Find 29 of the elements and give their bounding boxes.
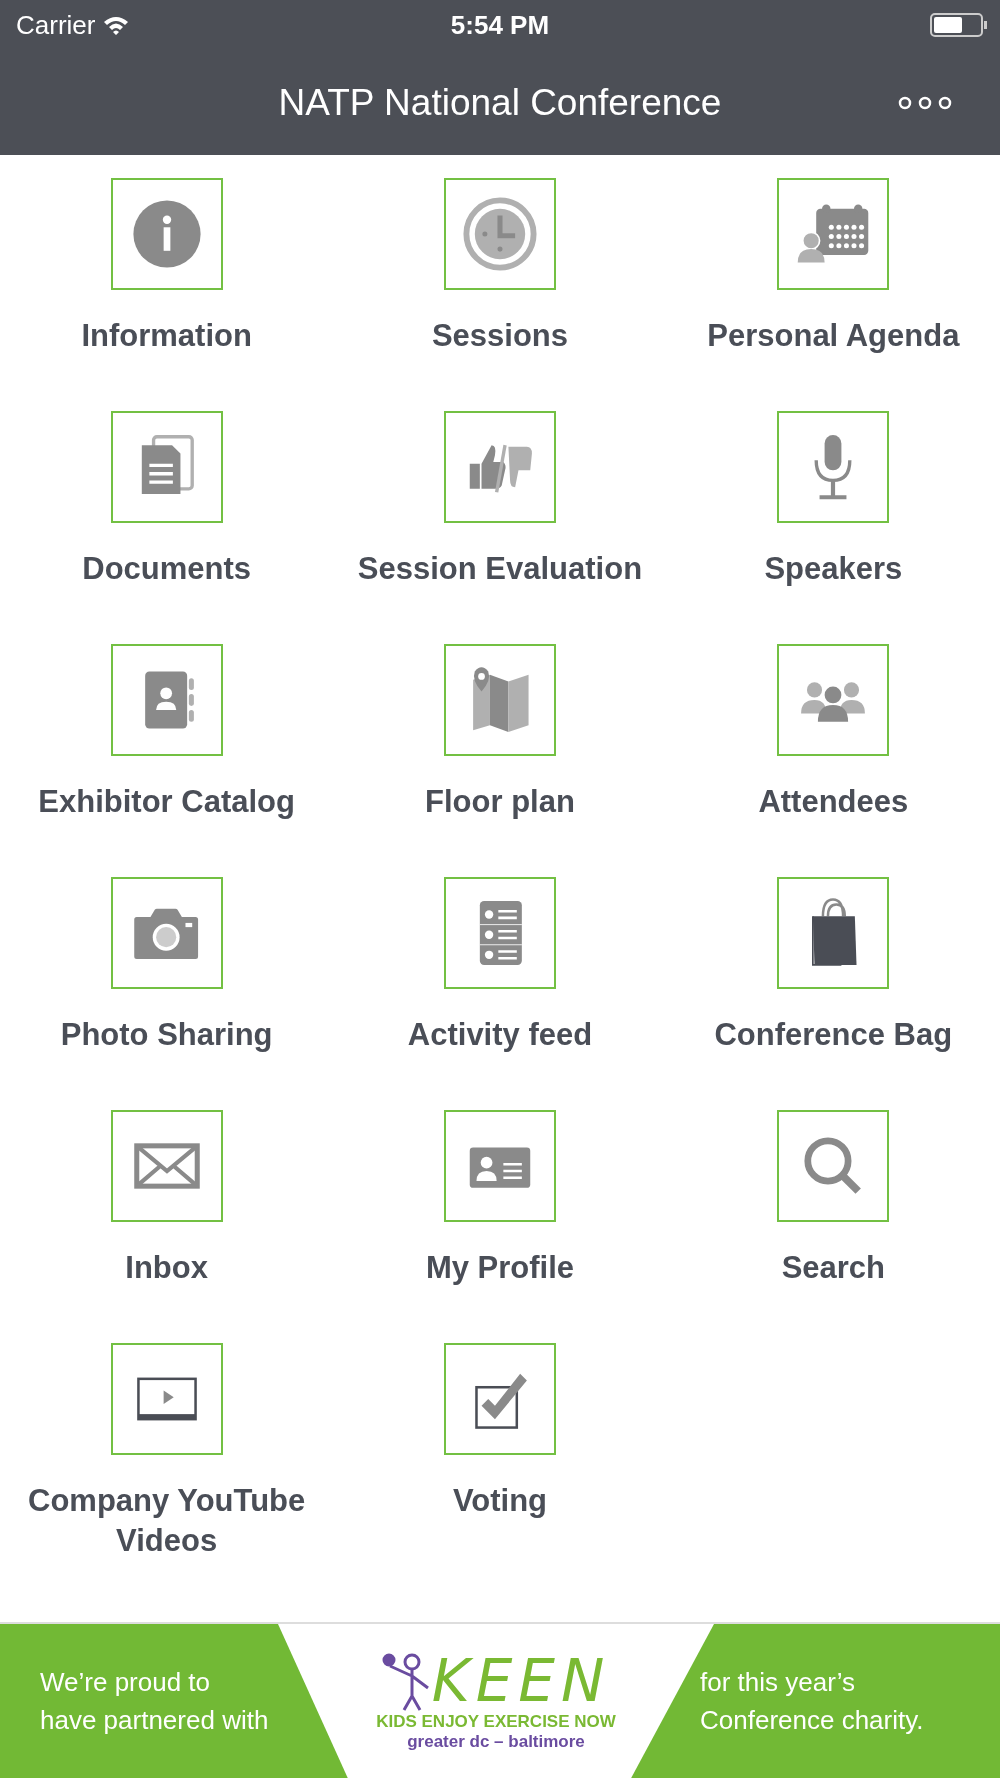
menu-tile[interactable]: Speakers [673, 411, 994, 589]
menu-tile[interactable]: Attendees [673, 644, 994, 822]
menu-tile[interactable]: Session Evaluation [340, 411, 660, 589]
battery-icon [930, 13, 988, 37]
banner-text: We’re proud to have partnered with [39, 1666, 270, 1737]
wifi-icon [103, 15, 130, 35]
banner-text: for this year’s Conference charity. [700, 1666, 925, 1737]
menu-tile[interactable]: Exhibitor Catalog [6, 644, 327, 822]
menu-tile[interactable]: Company YouTube Videos [6, 1343, 327, 1561]
menu-tile[interactable]: Voting [340, 1343, 660, 1521]
menu-tile[interactable]: Floor plan [340, 644, 660, 822]
menu-tile[interactable]: Information [6, 178, 327, 356]
more-icon [898, 95, 952, 110]
logo-region: greater dc – baltimore [407, 1732, 585, 1752]
logo-tagline: KIDS ENJOY EXERCISE NOW [376, 1712, 616, 1732]
logo-wordmark: KEEN [431, 1650, 611, 1712]
ad-banner[interactable]: We’re proud to have partnered with KEEN KIDS ENJOY EXERCISE NOW greater dc – baltimore for this year’s Conference charity. [0, 1622, 1000, 1778]
menu-tile[interactable]: Search [673, 1110, 994, 1288]
menu-tile[interactable]: Inbox [6, 1110, 327, 1288]
carrier-label: Carrier [16, 9, 96, 41]
menu-tile[interactable]: My Profile [340, 1110, 660, 1288]
menu-tile[interactable]: Personal Agenda [673, 178, 994, 356]
menu-tile[interactable]: Documents [6, 411, 327, 589]
menu-tile[interactable]: Photo Sharing [6, 877, 327, 1055]
clock-time: 5:54 PM [450, 9, 550, 41]
app-title: NATP National Conference [278, 81, 722, 124]
menu-tile[interactable]: Conference Bag [673, 877, 994, 1055]
menu-tile[interactable]: Sessions [340, 178, 660, 356]
menu-tile[interactable]: Activity feed [340, 877, 660, 1055]
